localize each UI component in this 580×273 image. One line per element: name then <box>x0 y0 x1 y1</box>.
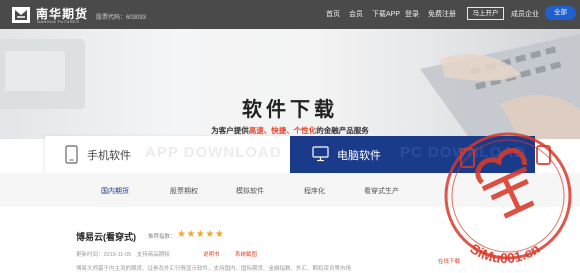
smartphone-icon <box>65 145 78 164</box>
star-rating: ★★★★★ <box>177 229 225 240</box>
online-download-link[interactable]: 在线下载 <box>438 257 460 265</box>
top-navigation-bar: 南华期货 NANHUA FUTURES 股票代码：603093 首页 会员 下载… <box>0 0 580 29</box>
category-tab-bar: 国内期货 股票期权 模拟软件 程序化 看穿式生产 <box>0 173 580 207</box>
brand-name-english: NANHUA FUTURES <box>37 19 80 24</box>
nanhua-logo-icon[interactable] <box>12 7 30 23</box>
tab-mobile-label: 手机软件 <box>87 150 131 162</box>
subtitle-suffix: 的金融产品服务 <box>316 126 369 135</box>
software-description: 博易大师基于内主流的期货、证券及外汇行情显示软件，支持国内、国际期货、金融指数、… <box>76 266 352 272</box>
stock-code: 股票代码：603093 <box>96 15 147 21</box>
tab-simulation-software[interactable]: 模拟软件 <box>236 186 264 196</box>
tab-pc-software[interactable]: 电脑软件 PC DOWNLOAD <box>290 136 535 173</box>
tab-mobile-ghost-text: APP DOWNLOAD <box>145 144 282 161</box>
recommendation-label: 推荐指数： <box>148 234 176 240</box>
hero-background-illustration <box>0 34 580 139</box>
screenshots-link[interactable]: 系统截图 <box>235 250 257 258</box>
member-companies-link[interactable]: 成员企业 <box>511 9 539 19</box>
software-meta: 更新时间：2019-11-05 支持商品期权 <box>76 252 170 258</box>
subtitle-highlight: 高速、快捷、个性化 <box>248 126 317 135</box>
watermark-text: SiMu001.cn <box>467 240 542 266</box>
page-subtitle: 为客户提供高速、快捷、个性化的金融产品服务 <box>0 125 580 136</box>
nav-home[interactable]: 首页 <box>326 9 340 19</box>
tab-pc-ghost-text: PC DOWNLOAD <box>400 144 526 161</box>
open-account-button[interactable]: 马上开户 <box>467 7 504 20</box>
nav-register[interactable]: 免费注册 <box>428 9 456 19</box>
manual-link[interactable]: 说明书 <box>203 250 220 258</box>
software-title[interactable]: 博易云(看穿式) <box>76 230 136 243</box>
tab-domestic-futures[interactable]: 国内期货 <box>101 186 129 196</box>
hero-banner: 软件下载 为客户提供高速、快捷、个性化的金融产品服务 <box>0 29 580 139</box>
page: 南华期货 NANHUA FUTURES 股票代码：603093 首页 会员 下载… <box>0 0 580 273</box>
nav-member[interactable]: 会员 <box>349 9 363 19</box>
tab-programmatic[interactable]: 程序化 <box>304 186 325 196</box>
tab-mobile-software[interactable]: 手机软件 APP DOWNLOAD <box>45 136 290 173</box>
nav-download-app[interactable]: 下载APP <box>372 9 400 19</box>
page-title: 软件下载 <box>242 99 338 121</box>
all-menu-button[interactable]: 全部 <box>545 6 576 20</box>
tab-see-through-production[interactable]: 看穿式生产 <box>364 186 399 196</box>
subtitle-prefix: 为客户提供 <box>211 126 249 135</box>
tab-stock-options[interactable]: 股票期权 <box>170 186 198 196</box>
desktop-monitor-icon <box>312 146 329 162</box>
nav-login[interactable]: 登录 <box>405 9 419 19</box>
tab-pc-label: 电脑软件 <box>337 150 381 162</box>
